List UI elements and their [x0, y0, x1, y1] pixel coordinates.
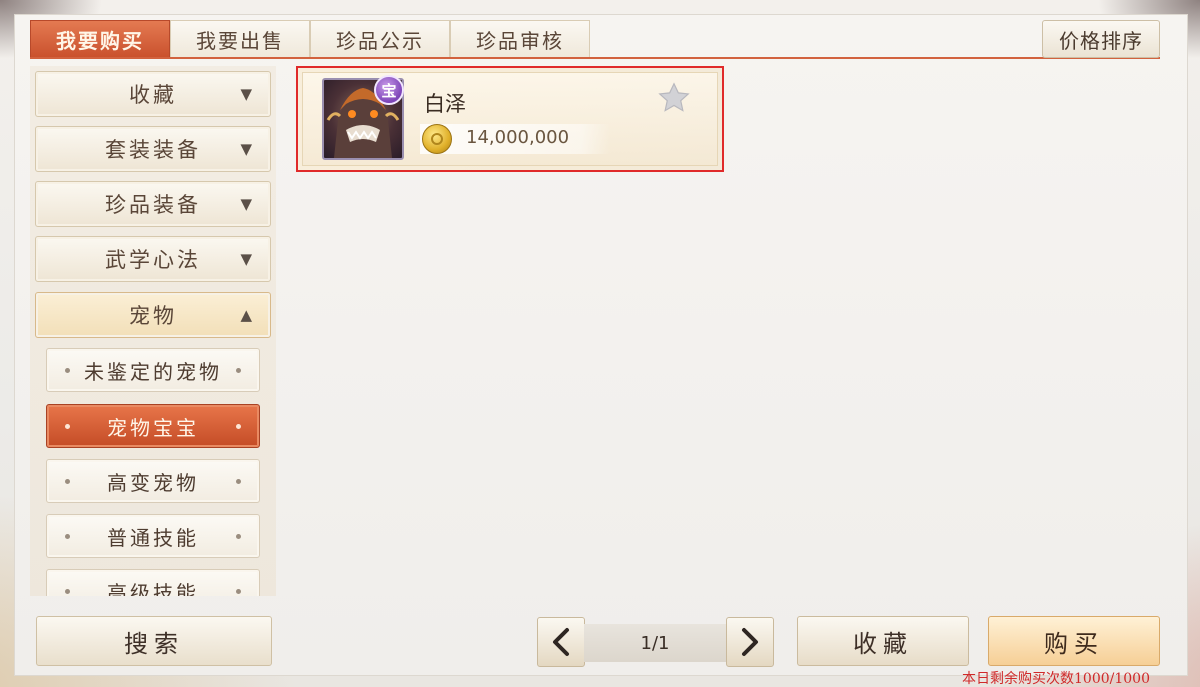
star-icon[interactable] [656, 80, 692, 116]
search-button-label: 搜索 [124, 629, 184, 658]
subcategory-pet-baby[interactable]: 宠物宝宝 [46, 404, 260, 448]
tab-bar: 我要购买 我要出售 珍品公示 珍品审核 [30, 20, 590, 58]
dot-icon [236, 479, 241, 484]
chevron-down-icon: ▼ [240, 195, 252, 213]
previous-page-button[interactable] [537, 617, 585, 667]
next-page-button[interactable] [726, 617, 774, 667]
category-label: 武学心法 [105, 248, 201, 272]
category-label: 宠物 [129, 304, 177, 328]
category-pets[interactable]: 宠物 ▲ [35, 292, 271, 338]
chevron-right-icon [742, 628, 758, 656]
listing-price: 14,000,000 [466, 127, 570, 148]
subcategory-label: 未鉴定的宠物 [84, 359, 222, 384]
category-martial-arts[interactable]: 武学心法 ▼ [35, 236, 271, 282]
page-indicator: 1/1 [584, 624, 726, 662]
tab-sell[interactable]: 我要出售 [170, 20, 310, 58]
category-sidebar[interactable]: 收藏 ▼ 套装装备 ▼ 珍品装备 ▼ 武学心法 ▼ 宠物 ▲ 未鉴定的宠物 宠物… [30, 66, 276, 596]
tab-rare-review[interactable]: 珍品审核 [450, 20, 590, 58]
category-label: 珍品装备 [105, 193, 201, 217]
category-set-equipment[interactable]: 套装装备 ▼ [35, 126, 271, 172]
dot-icon [236, 534, 241, 539]
dot-icon [236, 368, 241, 373]
subcategory-label: 宠物宝宝 [107, 415, 199, 440]
tab-rare-showcase-label: 珍品公示 [336, 29, 424, 53]
category-rare-equipment[interactable]: 珍品装备 ▼ [35, 181, 271, 227]
category-label: 收藏 [129, 83, 177, 107]
search-button[interactable]: 搜索 [36, 616, 272, 666]
tab-buy-label: 我要购买 [56, 29, 144, 53]
subcategory-advanced-skills[interactable]: 高级技能 [46, 569, 260, 596]
buy-button-label: 购买 [1044, 629, 1104, 658]
sort-by-price-button[interactable]: 价格排序 [1042, 20, 1160, 58]
page-indicator-text: 1/1 [640, 632, 670, 654]
tab-rare-review-label: 珍品审核 [476, 29, 564, 53]
favorite-button[interactable]: 收藏 [797, 616, 969, 666]
treasure-badge: 宝 [374, 75, 404, 105]
subcategory-normal-skills[interactable]: 普通技能 [46, 514, 260, 558]
chevron-down-icon: ▼ [240, 140, 252, 158]
subcategory-unidentified-pets[interactable]: 未鉴定的宠物 [46, 348, 260, 392]
tab-buy[interactable]: 我要购买 [30, 20, 170, 58]
dot-icon [236, 589, 241, 594]
chevron-down-icon: ▼ [240, 85, 252, 103]
dot-icon [236, 424, 241, 429]
daily-purchase-quota: 本日剩余购买次数1000/1000 [962, 671, 1150, 687]
subcategory-label: 高变宠物 [107, 470, 199, 495]
chevron-left-icon [553, 628, 569, 656]
listing-name: 白泽 [424, 92, 466, 116]
tab-underline [30, 57, 1160, 59]
tab-rare-showcase[interactable]: 珍品公示 [310, 20, 450, 58]
sort-by-price-label: 价格排序 [1059, 28, 1143, 53]
category-label: 套装装备 [105, 138, 201, 162]
gold-coin-icon [422, 124, 452, 154]
favorite-button-label: 收藏 [853, 629, 913, 658]
subcategory-mutant-pets[interactable]: 高变宠物 [46, 459, 260, 503]
subcategory-label: 高级技能 [107, 580, 199, 597]
category-favorites[interactable]: 收藏 ▼ [35, 71, 271, 117]
chevron-down-icon: ▼ [240, 250, 252, 268]
chevron-up-icon: ▲ [240, 306, 252, 324]
subcategory-label: 普通技能 [107, 525, 199, 550]
tab-sell-label: 我要出售 [196, 29, 284, 53]
buy-button[interactable]: 购买 [988, 616, 1160, 666]
